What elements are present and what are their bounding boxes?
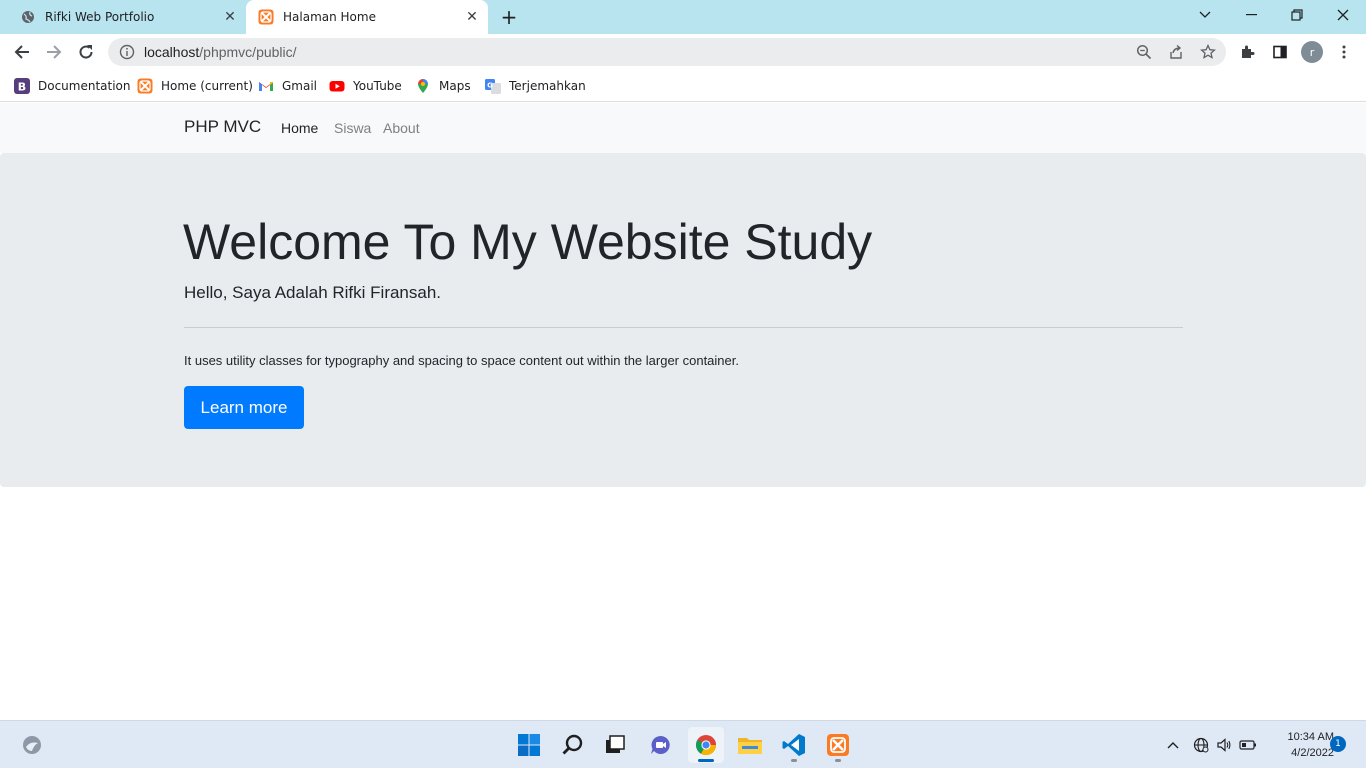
- battery-icon[interactable]: [1238, 735, 1258, 755]
- reload-button[interactable]: [72, 38, 100, 66]
- running-indicator: [698, 759, 714, 762]
- learn-more-button[interactable]: Learn more: [184, 386, 304, 429]
- bookmark-label: YouTube: [353, 79, 402, 93]
- address-bar[interactable]: localhost/phpmvc/public/: [108, 38, 1226, 66]
- minimize-icon[interactable]: [1228, 0, 1274, 30]
- svg-text:B: B: [18, 81, 26, 94]
- back-button[interactable]: [8, 38, 36, 66]
- url-text: localhost/phpmvc/public/: [144, 44, 1130, 60]
- xampp-icon: [258, 9, 274, 25]
- svg-text:G: G: [487, 82, 493, 90]
- side-panel-icon[interactable]: [1266, 38, 1294, 66]
- search-icon[interactable]: [555, 727, 591, 763]
- divider: [184, 327, 1183, 328]
- bookmark-label: Home (current): [161, 79, 253, 93]
- new-tab-button[interactable]: +: [498, 5, 520, 29]
- close-tab-icon[interactable]: ✕: [220, 7, 240, 27]
- url-path: /phpmvc/public/: [199, 44, 297, 60]
- bookmark-maps[interactable]: Maps: [415, 76, 471, 96]
- jumbotron-text: It uses utility classes for typography a…: [184, 353, 739, 368]
- share-icon[interactable]: [1162, 38, 1190, 66]
- bookmark-youtube[interactable]: YouTube: [329, 76, 402, 96]
- nav-link-about[interactable]: About: [383, 120, 420, 136]
- bookmark-label: Terjemahkan: [509, 79, 586, 93]
- clock-date: 4/2/2022: [1291, 747, 1334, 759]
- bookmark-gmail[interactable]: Gmail: [258, 76, 317, 96]
- running-indicator: [835, 759, 841, 762]
- volume-icon[interactable]: [1214, 735, 1234, 755]
- navbar-brand[interactable]: PHP MVC: [184, 117, 261, 137]
- extensions-icon[interactable]: [1234, 38, 1262, 66]
- running-indicator: [791, 759, 797, 762]
- bookmark-home-current[interactable]: Home (current): [137, 76, 253, 96]
- notification-badge[interactable]: 1: [1330, 736, 1346, 752]
- bookmark-label: Gmail: [282, 79, 318, 93]
- url-host: localhost: [144, 44, 200, 60]
- bookmarks-bar: B Documentation Home (current) Gmail You…: [0, 70, 1366, 102]
- tab-search-icon[interactable]: [1182, 0, 1228, 30]
- globe-icon: [20, 9, 36, 25]
- jumbotron-lead: Hello, Saya Adalah Rifki Firansah.: [184, 283, 442, 302]
- file-explorer-icon[interactable]: [732, 727, 768, 763]
- browser-toolbar: localhost/phpmvc/public/ r: [0, 34, 1366, 70]
- forward-button[interactable]: [40, 38, 68, 66]
- bookmark-terjemahkan[interactable]: G Terjemahkan: [485, 76, 586, 96]
- chat-icon[interactable]: [643, 727, 679, 763]
- close-window-icon[interactable]: [1320, 0, 1366, 30]
- show-hidden-icons-icon[interactable]: [1163, 735, 1183, 755]
- network-globe-icon[interactable]: [1191, 735, 1211, 755]
- bookmark-documentation[interactable]: B Documentation: [14, 76, 131, 96]
- translate-icon: G: [485, 78, 501, 94]
- tab-strip: Rifki Web Portfolio ✕ Halaman Home ✕ +: [0, 0, 1366, 34]
- windows-taskbar: 10:34 AM 4/2/2022 1: [0, 720, 1366, 768]
- xampp-icon[interactable]: [820, 727, 856, 763]
- chrome-icon[interactable]: [688, 727, 724, 763]
- maps-icon: [415, 78, 431, 94]
- tab-title: Halaman Home: [283, 10, 376, 24]
- jumbotron-heading: Welcome To My Website Study: [183, 214, 873, 270]
- bookmark-label: Documentation: [38, 79, 131, 93]
- bookmark-label: Maps: [439, 79, 471, 93]
- widgets-icon[interactable]: [14, 727, 50, 763]
- jumbotron: Welcome To My Website Study Hello, Saya …: [0, 153, 1366, 487]
- clock-time: 10:34 AM: [1287, 731, 1334, 743]
- bookmark-star-icon[interactable]: [1194, 38, 1222, 66]
- close-tab-icon[interactable]: ✕: [462, 7, 482, 27]
- windows-start-icon[interactable]: [511, 727, 547, 763]
- system-clock[interactable]: 10:34 AM 4/2/2022: [1262, 729, 1334, 761]
- tab-rifki-web-portfolio[interactable]: Rifki Web Portfolio ✕: [8, 0, 246, 34]
- bootstrap-icon: B: [14, 78, 30, 94]
- site-navbar: PHP MVC Home Siswa About: [0, 103, 1366, 153]
- youtube-icon: [329, 78, 345, 94]
- restore-icon[interactable]: [1274, 0, 1320, 30]
- site-info-icon[interactable]: [119, 44, 135, 60]
- profile-avatar[interactable]: r: [1298, 38, 1326, 66]
- zoom-icon[interactable]: [1130, 38, 1158, 66]
- tab-halaman-home[interactable]: Halaman Home ✕: [246, 0, 488, 34]
- menu-kebab-icon[interactable]: [1330, 38, 1358, 66]
- nav-link-siswa[interactable]: Siswa: [334, 120, 371, 136]
- avatar-initial: r: [1301, 41, 1323, 63]
- tab-title: Rifki Web Portfolio: [45, 10, 155, 24]
- task-view-icon[interactable]: [597, 727, 633, 763]
- gmail-icon: [258, 78, 274, 94]
- nav-link-home[interactable]: Home: [281, 120, 318, 136]
- xampp-icon: [137, 78, 153, 94]
- web-page: PHP MVC Home Siswa About Welcome To My W…: [0, 103, 1366, 720]
- vscode-icon[interactable]: [776, 727, 812, 763]
